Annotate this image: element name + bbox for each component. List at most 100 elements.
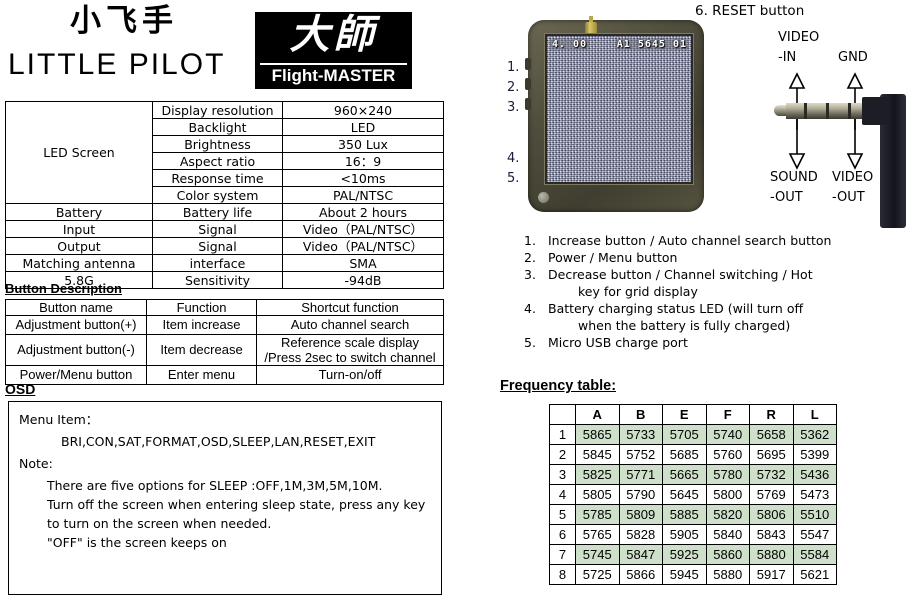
trrs-jack-plug-icon (768, 94, 914, 228)
table-row: 7 5745 5847 5925 5860 5880 5584 (549, 544, 837, 565)
button-shortcut-cell: Reference scale display/Press 2sec to sw… (256, 334, 444, 366)
frequency-band-header: F (705, 404, 750, 425)
spec-value-cell: -94dB (282, 271, 444, 289)
frequency-value-cell: 5752 (618, 444, 663, 465)
frequency-value-cell: 5885 (662, 504, 707, 525)
frequency-band-header: R (749, 404, 794, 425)
screen-osd-left: 4. 00 (550, 39, 590, 50)
frequency-value-cell: 5843 (749, 524, 794, 545)
osd-box: Menu Item： BRI,CON,SAT,FORMAT,OSD,SLEEP,… (8, 401, 442, 595)
frequency-value-cell: 5866 (618, 564, 663, 585)
spec-item-cell: Brightness (152, 135, 283, 153)
frequency-value-cell: 5865 (575, 424, 620, 445)
table-row: 4 5805 5790 5645 5800 5769 5473 (549, 484, 837, 505)
button-table-header-cell: Function (146, 299, 257, 316)
video-out-label-line2: -OUT (832, 190, 865, 205)
list-item-number: 4. (524, 301, 536, 316)
frequency-table-header: ABEFRL (549, 404, 837, 425)
logo-english-text: Flight-MASTER (271, 66, 396, 85)
list-item-text: Battery charging status LED (will turn o… (548, 301, 804, 316)
frequency-value-cell: 5880 (705, 564, 750, 585)
list-item: 4. Battery charging status LED (will turn… (516, 300, 906, 317)
table-row: Adjustment button(+) Item increase Auto ch… (5, 315, 444, 335)
increase-button[interactable] (525, 58, 531, 70)
logo-chinese-text: 大師 (289, 12, 378, 58)
list-item-text: Decrease button / Channel switching / Ho… (548, 267, 813, 282)
spec-value-cell: 16：9 (282, 152, 444, 170)
list-item-number: 2. (524, 250, 536, 265)
plug-insulator-ring-2 (826, 103, 829, 119)
frequency-value-cell: 5436 (792, 464, 837, 485)
list-item: 5. Micro USB charge port (516, 334, 906, 351)
spec-value-cell: Video（PAL/NTSC） (282, 220, 444, 238)
brand-english-name: LITTLE PILOT (8, 48, 226, 81)
button-function-cell: Item increase (146, 315, 257, 335)
specification-table-body: LED Screen Display resolution 960×240 Backl… (5, 101, 444, 289)
frequency-value-cell: 5733 (618, 424, 663, 445)
spec-value-cell: <10ms (282, 169, 444, 187)
sound-out-label-line1: SOUND (770, 170, 818, 185)
osd-note-label: Note: (19, 456, 53, 471)
spec-item-cell: Display resolution (152, 101, 283, 119)
frequency-value-cell: 5780 (705, 464, 750, 485)
video-in-label-line1: VIDEO (778, 30, 820, 45)
device-callout-1: 1. (507, 60, 520, 75)
plug-barrel (862, 97, 888, 125)
spec-item-cell: Backlight (152, 118, 283, 136)
frequency-value-cell: 5473 (792, 484, 837, 505)
video-out-label-line1: VIDEO (832, 170, 874, 185)
left-column: 小飞手 LITTLE PILOT 大師 Flight-MASTER LED Sc… (0, 0, 470, 601)
list-item-continuation: key for grid display (578, 284, 698, 299)
spec-value-cell: PAL/NTSC (282, 186, 444, 204)
gnd-label: GND (838, 50, 868, 65)
button-name-cell: Adjustment button(-) (5, 334, 147, 366)
button-function-cell: Item decrease (146, 334, 257, 366)
frequency-channel-number: 8 (549, 564, 576, 585)
frequency-table-body: 1 5865 5733 5705 5740 5658 5362 2 5845 5752 5685 57… (549, 424, 837, 585)
brand-chinese-name: 小飞手 (70, 3, 178, 39)
spec-value-cell: About 2 hours (282, 203, 444, 221)
frequency-value-cell: 5510 (792, 504, 837, 525)
button-shortcut-line-1: Reference scale display (280, 335, 420, 350)
table-row: Battery Battery life About 2 hours (5, 203, 444, 221)
osd-note-line-3: to turn on the screen when needed. (47, 516, 272, 531)
power-menu-button[interactable] (525, 78, 531, 90)
decrease-button[interactable] (525, 98, 531, 110)
frequency-band-header: L (792, 404, 837, 425)
frequency-value-cell: 5925 (662, 544, 707, 565)
table-row: 1 5865 5733 5705 5740 5658 5362 (549, 424, 837, 445)
table-row: 5 5785 5809 5885 5820 5806 5510 (549, 504, 837, 525)
frequency-channel-number: 5 (549, 504, 576, 525)
osd-note-line-4: "OFF" is the screen keeps on (47, 535, 227, 550)
logo-divider (260, 63, 407, 65)
list-item-number: 1. (524, 233, 536, 248)
spec-item-cell: Color system (152, 186, 283, 204)
frequency-band-header: B (618, 404, 663, 425)
spec-value-cell: SMA (282, 254, 444, 272)
spec-value-cell: 960×240 (282, 101, 444, 119)
table-header-row: ABEFRL (549, 404, 837, 425)
spec-value-cell: Video（PAL/NTSC） (282, 237, 444, 255)
flight-master-logo: 大師 Flight-MASTER (255, 12, 412, 89)
plug-insulator-ring-3 (848, 103, 851, 119)
frequency-value-cell: 5745 (575, 544, 620, 565)
table-row: 6 5765 5828 5905 5840 5843 5547 (549, 524, 837, 545)
sound-out-label-line2: -OUT (770, 190, 803, 205)
button-table-header-cell: Shortcut function (256, 299, 444, 316)
osd-note-line-2: Turn off the screen when entering sleep … (47, 497, 426, 512)
button-description-title: Button Description (5, 281, 122, 296)
frequency-channel-number: 4 (549, 484, 576, 505)
spec-value-cell: 350 Lux (282, 135, 444, 153)
list-item-number: 5. (524, 335, 536, 350)
button-shortcut-line-2: /Press 2sec to switch channel (264, 350, 436, 365)
frequency-value-cell: 5621 (792, 564, 837, 585)
fpv-monitor-device: 4. 00 A1 5645 01 (525, 16, 704, 212)
reset-button-callout: 6. RESET button (695, 3, 805, 19)
device-callout-5: 5. (507, 171, 520, 186)
frequency-value-cell: 5695 (749, 444, 794, 465)
frequency-value-cell: 5945 (662, 564, 707, 585)
frequency-value-cell: 5809 (618, 504, 663, 525)
frequency-value-cell: 5845 (575, 444, 620, 465)
list-item-text: Micro USB charge port (548, 335, 688, 350)
table-row: 3 5825 5771 5665 5780 5732 5436 (549, 464, 837, 485)
